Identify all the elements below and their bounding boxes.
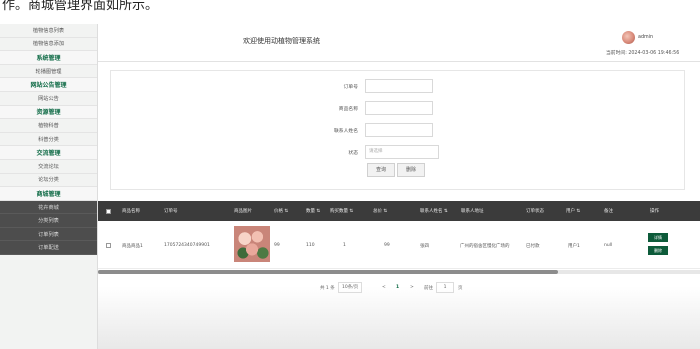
cell-contact-name: 张四 — [420, 244, 429, 249]
sidebar-group-label: 网站公告管理 — [30, 82, 67, 90]
sidebar-item-science-category[interactable]: 科普分类 — [0, 133, 97, 147]
sidebar-group-label: 资源管理 — [36, 109, 61, 117]
col-user[interactable]: 用户 ⇅ — [566, 208, 580, 214]
filter-row-contact-name: 联系人姓名 — [111, 123, 684, 137]
delete-button[interactable]: 删除 — [397, 163, 426, 177]
sidebar-group-label: 交流管理 — [36, 150, 61, 158]
product-image[interactable] — [234, 226, 270, 262]
sidebar-item-label: 植物信息添加 — [32, 41, 65, 48]
cell-price: 99 — [274, 243, 280, 248]
cell-user: 用户1 — [568, 244, 580, 249]
row-delete-button[interactable]: 删除 — [648, 246, 668, 255]
col-product-name[interactable]: 商品名称 — [122, 208, 140, 214]
avatar[interactable] — [622, 31, 635, 44]
order-no-input[interactable] — [365, 79, 433, 93]
sidebar-item-plant-science[interactable]: 植物科普 — [0, 119, 97, 133]
filter-row-order-no: 订单号 — [111, 79, 684, 93]
sidebar-item-category-list[interactable]: 分类列表 — [0, 214, 97, 228]
cell-product-name: 商品商品1 — [122, 244, 143, 249]
status-label: 状态 — [348, 151, 358, 156]
order-no-label: 订单号 — [343, 85, 358, 90]
cell-order-status: 已付款 — [526, 244, 540, 249]
caption-strip: 作。商城管理界面如所示。 — [0, 0, 700, 24]
sidebar-item-label: 交流论坛 — [38, 163, 59, 170]
app-window: 植物信息列表 植物信息添加 系统管理 轮播图管理 网站公告管理 网站公告 资源管… — [0, 24, 700, 349]
col-remark: 备注 — [604, 209, 613, 214]
filter-panel: 订单号 商品名称 联系人姓名 状态 请选择 查询 删除 — [110, 70, 685, 190]
sidebar-item-label: 订单配送 — [38, 245, 59, 252]
product-name-input[interactable] — [365, 101, 433, 115]
col-order-no[interactable]: 订单号 — [164, 208, 178, 214]
detail-button[interactable]: 详情 — [648, 233, 668, 242]
table-row: 商品商品1 1705724340749901 99 110 1 99 张四 广州… — [98, 221, 700, 269]
col-price[interactable]: 价格 ⇅ — [274, 208, 288, 214]
sidebar-item-label: 轮播图管理 — [35, 68, 62, 75]
col-buy-count[interactable]: 购买数量 ⇅ — [330, 208, 353, 214]
caption-text: 作。商城管理界面如所示。 — [2, 0, 159, 13]
sidebar-item-order-delivery[interactable]: 订单配送 — [0, 241, 97, 255]
sidebar-group-mall[interactable]: 商城管理 — [0, 187, 97, 201]
filter-row-product-name: 商品名称 — [111, 101, 684, 115]
cell-order-no: 1705724340749901 — [164, 243, 210, 248]
bottom-fade — [98, 286, 700, 349]
sidebar-item-flower-mall[interactable]: 花卉商城 — [0, 200, 97, 215]
page-title: 欢迎使用动植物管理系统 — [243, 37, 320, 45]
sidebar-item-label: 订单列表 — [38, 231, 59, 238]
cell-remark: null — [604, 243, 613, 248]
table-header: 商品名称 订单号 商品图片 价格 ⇅ 数量 ⇅ 购买数量 ⇅ 总价 ⇅ 联系人姓… — [98, 201, 700, 221]
sidebar-item-forum-category[interactable]: 论坛分类 — [0, 174, 97, 188]
contact-name-input[interactable] — [365, 123, 433, 137]
status-select[interactable]: 请选择 — [365, 145, 439, 159]
sidebar-item-label: 论坛分类 — [38, 177, 59, 184]
sidebar-group-exchange[interactable]: 交流管理 — [0, 146, 97, 161]
sidebar: 植物信息列表 植物信息添加 系统管理 轮播图管理 网站公告管理 网站公告 资源管… — [0, 24, 98, 349]
sidebar-item-forum[interactable]: 交流论坛 — [0, 160, 97, 174]
col-total[interactable]: 总价 ⇅ — [373, 208, 387, 214]
select-all-checkbox[interactable] — [106, 209, 111, 214]
sidebar-item-announcement[interactable]: 网站公告 — [0, 92, 97, 106]
col-contact-address: 联系人地址 — [461, 209, 484, 214]
query-button[interactable]: 查询 — [367, 163, 396, 177]
sidebar-group-announcement[interactable]: 网站公告管理 — [0, 78, 97, 93]
sidebar-item-order-list[interactable]: 订单列表 — [0, 227, 97, 242]
col-order-status: 订单状态 — [526, 209, 544, 214]
username-label[interactable]: admin — [638, 35, 653, 40]
cell-buy-count: 1 — [343, 243, 346, 248]
sidebar-group-system[interactable]: 系统管理 — [0, 51, 97, 65]
col-product-image: 商品图片 — [234, 209, 252, 214]
sidebar-item-label: 植物科普 — [38, 123, 59, 130]
horizontal-scrollbar[interactable] — [98, 270, 700, 274]
sidebar-item-label: 科普分类 — [38, 136, 59, 143]
sidebar-group-label: 系统管理 — [36, 54, 61, 62]
sidebar-item-plant-list[interactable]: 植物信息列表 — [0, 24, 97, 38]
cell-total: 99 — [384, 243, 390, 248]
cell-stock: 110 — [306, 243, 315, 248]
sidebar-group-resource[interactable]: 资源管理 — [0, 105, 97, 120]
cell-contact-address: 广州的宿舍区慢化广场的 — [460, 244, 510, 249]
scrollbar-thumb[interactable] — [98, 270, 558, 274]
filter-row-status: 状态 请选择 — [111, 145, 684, 159]
contact-name-label: 联系人姓名 — [334, 129, 358, 134]
col-contact-name[interactable]: 联系人姓名 ⇅ — [420, 208, 448, 214]
row-checkbox[interactable] — [106, 243, 111, 248]
top-header: 欢迎使用动植物管理系统 admin 当前时间: 2024-03-06 19:46… — [98, 24, 700, 62]
col-actions: 操作 — [650, 209, 659, 214]
current-time-label: 当前时间: 2024-03-06 19:46:56 — [606, 51, 680, 56]
sidebar-item-carousel[interactable]: 轮播图管理 — [0, 65, 97, 79]
sidebar-group-label: 商城管理 — [36, 191, 61, 199]
sidebar-item-label: 植物信息列表 — [32, 27, 65, 34]
product-name-label: 商品名称 — [338, 107, 358, 112]
sidebar-item-label: 网站公告 — [38, 95, 59, 102]
sidebar-item-label: 分类列表 — [38, 218, 59, 225]
sidebar-item-label: 花卉商城 — [38, 204, 59, 211]
col-stock[interactable]: 数量 ⇅ — [306, 208, 320, 214]
sidebar-item-plant-add[interactable]: 植物信息添加 — [0, 38, 97, 51]
